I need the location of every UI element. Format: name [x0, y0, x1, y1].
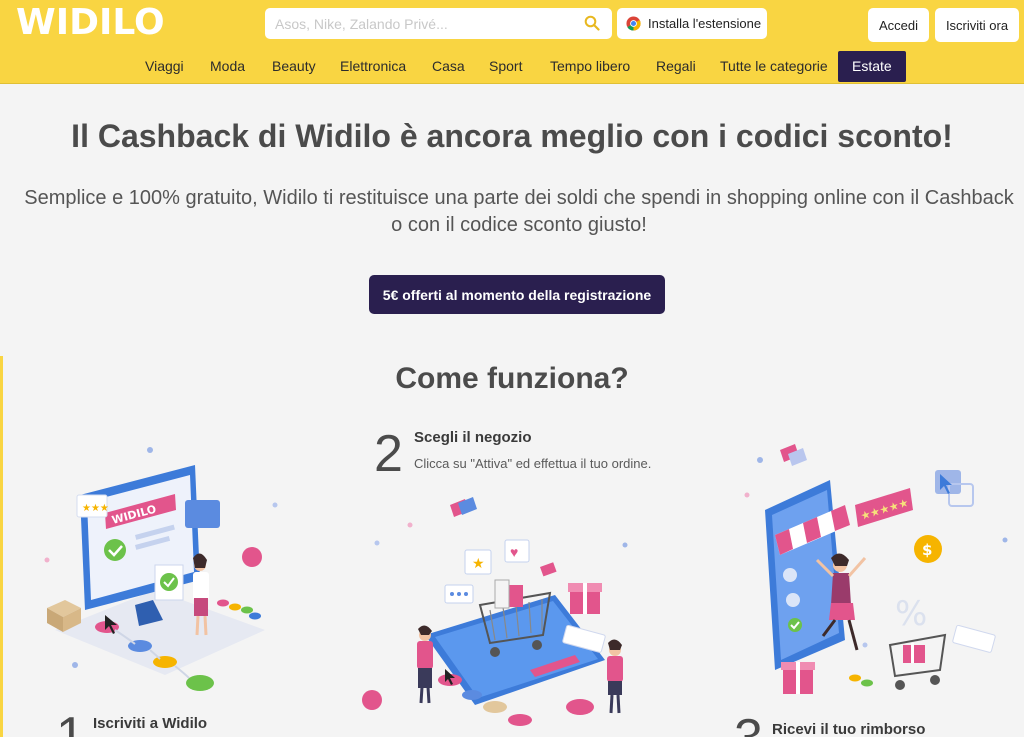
signup-button[interactable]: Iscriviti ora [935, 8, 1019, 42]
shopping-illustration: ★ ♥ [362, 497, 628, 726]
dollar-coin-icon: $ [922, 541, 932, 559]
widilo-logo[interactable]: WIDILO [16, 2, 165, 43]
svg-text:★: ★ [472, 555, 485, 571]
step-2-description: Clicca su "Attiva" ed effettua il tuo or… [414, 456, 652, 471]
search-bar[interactable] [265, 8, 612, 39]
site-header: WIDILO Installa l'estensione Accedi Iscr… [0, 0, 1024, 84]
nav-item-tempo-libero[interactable]: Tempo libero [550, 51, 630, 82]
search-input[interactable] [275, 8, 575, 39]
nav-item-casa[interactable]: Casa [432, 51, 465, 82]
svg-text:♥: ♥ [510, 544, 518, 560]
nav-item-estate[interactable]: Estate [838, 51, 906, 82]
signup-bonus-button[interactable]: 5€ offerti al momento della registrazion… [369, 275, 665, 314]
category-nav: Viaggi Moda Beauty Elettronica Casa Spor… [0, 51, 1024, 82]
refund-illustration: ★★★★★ $ % [744, 444, 1008, 694]
step-3-title: Ricevi il tuo rimborso [772, 721, 926, 737]
install-extension-button[interactable]: Installa l'estensione [617, 8, 767, 39]
login-button[interactable]: Accedi [868, 8, 929, 42]
step-1-title: Iscriviti a Widilo [93, 715, 208, 732]
nav-item-elettronica[interactable]: Elettronica [340, 51, 406, 82]
yellow-edge-strip [0, 356, 3, 737]
step-1-number: 1 [56, 707, 85, 737]
step-3-number: 3 [734, 708, 763, 737]
search-icon[interactable] [584, 15, 600, 31]
nav-item-tutte-le-categorie[interactable]: Tutte le categorie [720, 51, 828, 82]
nav-item-beauty[interactable]: Beauty [272, 51, 316, 82]
svg-text:%: % [895, 594, 927, 634]
how-it-works-title: Come funziona? [395, 362, 629, 395]
hero-subtitle: Semplice e 100% gratuito, Widilo ti rest… [24, 187, 1014, 236]
install-extension-label: Installa l'estensione [648, 16, 762, 31]
step-2-number: 2 [374, 425, 403, 483]
nav-item-sport[interactable]: Sport [489, 51, 522, 82]
svg-text:★★★: ★★★ [82, 503, 109, 514]
nav-item-viaggi[interactable]: Viaggi [145, 51, 184, 82]
signup-illustration: WIDILO ★★★ [44, 447, 278, 691]
nav-item-regali[interactable]: Regali [656, 51, 696, 82]
step-2-title: Scegli il negozio [414, 429, 532, 446]
chrome-icon [626, 16, 641, 31]
hero-title: Il Cashback di Widilo è ancora meglio co… [71, 118, 953, 154]
nav-item-moda[interactable]: Moda [210, 51, 245, 82]
